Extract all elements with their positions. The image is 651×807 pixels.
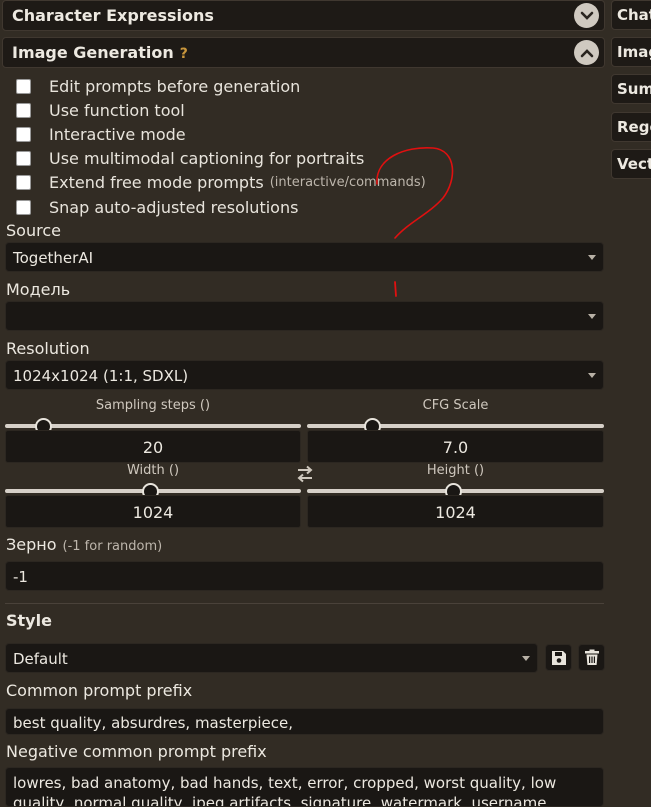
checkbox-label: Use function tool bbox=[49, 100, 185, 120]
delete-style-button[interactable] bbox=[578, 644, 605, 671]
chevron-down-icon bbox=[588, 255, 596, 260]
resolution-value: 1024x1024 (1:1, SDXL) bbox=[13, 367, 189, 385]
chevron-down-icon[interactable] bbox=[574, 3, 599, 28]
checkbox-label: Interactive mode bbox=[49, 124, 186, 144]
checkbox[interactable] bbox=[16, 78, 31, 94]
cfg-scale-slider[interactable] bbox=[307, 424, 604, 428]
drawer-image-generation[interactable]: Image Generation? bbox=[2, 37, 605, 68]
common-prefix-textarea[interactable]: best quality, absurdres, masterpiece, bbox=[5, 708, 604, 735]
sampling-steps-label: Sampling steps () bbox=[95, 398, 211, 413]
height-label: Height () bbox=[426, 463, 485, 478]
side-drawer-tab[interactable]: Rege bbox=[611, 112, 651, 142]
source-value: TogetherAI bbox=[13, 249, 94, 267]
side-drawer-tab[interactable]: Vect bbox=[611, 149, 651, 179]
model-select[interactable] bbox=[5, 301, 604, 331]
negative-prefix-textarea[interactable]: lowres, bad anatomy, bad hands, text, er… bbox=[5, 767, 604, 807]
checkbox[interactable] bbox=[16, 126, 31, 142]
negative-prefix-label: Negative common prompt prefix bbox=[6, 742, 267, 761]
checkbox-row-function-tool[interactable]: Use function tool bbox=[16, 99, 185, 121]
width-input[interactable]: 1024 bbox=[5, 495, 301, 528]
checkbox[interactable] bbox=[16, 102, 31, 118]
checkbox-label: Edit prompts before generation bbox=[49, 76, 301, 96]
checkbox-row-snap-resolutions[interactable]: Snap auto-adjusted resolutions bbox=[16, 196, 298, 218]
side-drawer-tab[interactable]: Image bbox=[611, 37, 651, 67]
drawer-title: Character Expressions bbox=[12, 6, 214, 25]
cfg-scale-input[interactable]: 7.0 bbox=[307, 430, 604, 463]
height-input[interactable]: 1024 bbox=[307, 495, 604, 528]
style-select[interactable]: Default bbox=[5, 643, 538, 673]
annotation-question-mark bbox=[376, 147, 454, 297]
resolution-label: Resolution bbox=[6, 339, 90, 358]
chevron-up-icon[interactable] bbox=[574, 40, 599, 65]
seed-hint: (-1 for random) bbox=[62, 539, 163, 554]
style-value: Default bbox=[13, 650, 68, 668]
chevron-down-icon bbox=[588, 373, 596, 378]
trash-icon bbox=[584, 649, 599, 665]
common-prefix-label: Common prompt prefix bbox=[6, 681, 193, 700]
seed-label: Зерно (-1 for random) bbox=[6, 535, 163, 554]
seed-input[interactable]: -1 bbox=[5, 561, 604, 591]
checkbox-row-edit-prompts[interactable]: Edit prompts before generation bbox=[16, 75, 300, 97]
model-label: Модель bbox=[6, 280, 71, 299]
checkbox[interactable] bbox=[16, 150, 31, 166]
divider bbox=[5, 603, 604, 604]
save-style-button[interactable] bbox=[545, 644, 572, 671]
checkbox-label: Extend free mode prompts bbox=[49, 172, 264, 192]
checkbox-label: Use multimodal captioning for portraits bbox=[49, 148, 365, 168]
width-label: Width () bbox=[126, 463, 180, 478]
source-select[interactable]: TogetherAI bbox=[5, 242, 604, 272]
resolution-select[interactable]: 1024x1024 (1:1, SDXL) bbox=[5, 360, 604, 390]
drawer-title: Image Generation? bbox=[12, 43, 188, 62]
chevron-down-icon bbox=[522, 656, 530, 661]
checkbox-label: Snap auto-adjusted resolutions bbox=[49, 197, 299, 217]
help-icon[interactable]: ? bbox=[180, 46, 188, 62]
drawer-character-expressions[interactable]: Character Expressions bbox=[2, 0, 605, 31]
checkbox[interactable] bbox=[16, 199, 31, 215]
side-drawer-tab[interactable]: Chat bbox=[611, 0, 651, 30]
source-label: Source bbox=[6, 221, 61, 240]
checkbox[interactable] bbox=[16, 174, 31, 190]
side-drawer-tab[interactable]: Sum bbox=[611, 74, 651, 104]
checkbox-row-interactive-mode[interactable]: Interactive mode bbox=[16, 123, 186, 145]
checkbox-row-multimodal-captioning[interactable]: Use multimodal captioning for portraits bbox=[16, 147, 364, 169]
sampling-steps-input[interactable]: 20 bbox=[5, 430, 301, 463]
cfg-scale-label: CFG Scale bbox=[422, 398, 489, 413]
chevron-down-icon bbox=[588, 314, 596, 319]
save-icon bbox=[551, 650, 566, 665]
style-heading: Style bbox=[6, 611, 52, 630]
